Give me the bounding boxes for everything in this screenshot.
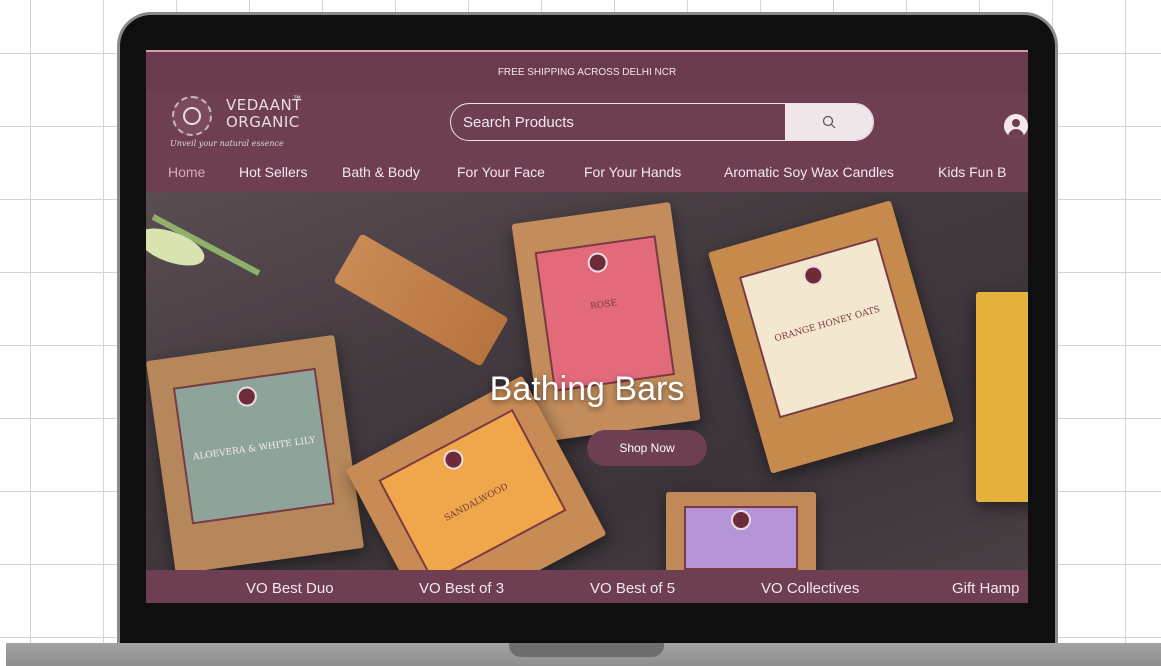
brand-trademark: ™ (293, 94, 301, 103)
brand-name-line1: VEDAANT (226, 96, 302, 114)
user-icon-head (1012, 119, 1020, 127)
nav-item-home[interactable]: Home (168, 164, 205, 180)
nav-item-candles[interactable]: Aromatic Soy Wax Candles (724, 164, 894, 180)
box-seal-icon (731, 510, 751, 530)
search-button[interactable] (785, 104, 873, 140)
product-box-orange[interactable]: ORANGE HONEY OATS (707, 200, 955, 474)
hero-banner[interactable]: ALOEVERA & WHITE LILY ROSE ORANGE HONEY … (146, 192, 1028, 570)
collection-tabs: VO Best Duo VO Best of 3 VO Best of 5 VO… (146, 570, 1028, 603)
nav-item-face[interactable]: For Your Face (457, 164, 545, 180)
tab-collectives[interactable]: VO Collectives (761, 580, 859, 597)
search-bar (450, 103, 874, 141)
tab-best-of-3[interactable]: VO Best of 3 (419, 580, 504, 597)
announcement-bar: FREE SHIPPING ACROSS DELHI NCR (146, 50, 1028, 92)
brand-name-line2: ORGANIC (226, 113, 300, 131)
logo-emblem (183, 107, 201, 125)
user-circle-icon[interactable] (1004, 114, 1028, 138)
product-box-lavender[interactable] (666, 492, 816, 570)
website-screen: FREE SHIPPING ACROSS DELHI NCR VEDAANT ™… (146, 50, 1028, 603)
nav-item-kids[interactable]: Kids Fun B (938, 164, 1006, 180)
tab-gift-hampers[interactable]: Gift Hamp (952, 580, 1020, 597)
search-input[interactable] (451, 104, 785, 140)
laptop-notch (509, 643, 664, 657)
nav-item-bath-body[interactable]: Bath & Body (342, 164, 420, 180)
main-navigation: Home Hot Sellers Bath & Body For Your Fa… (146, 152, 1028, 192)
brand-tagline: Unveil your natural essence (170, 139, 284, 148)
user-icon-body (1008, 129, 1024, 138)
site-header: VEDAANT ™ ORGANIC Unveil your natural es… (146, 92, 1028, 152)
shop-now-button[interactable]: Shop Now (587, 430, 707, 466)
tab-best-duo[interactable]: VO Best Duo (246, 580, 334, 597)
sandalwood-stick (333, 233, 509, 367)
nav-item-hands[interactable]: For Your Hands (584, 164, 681, 180)
brand-logo-icon[interactable] (172, 96, 212, 136)
hero-title: Bathing Bars (489, 370, 685, 408)
tab-best-of-5[interactable]: VO Best of 5 (590, 580, 675, 597)
nav-item-hot-sellers[interactable]: Hot Sellers (239, 164, 307, 180)
search-icon (822, 115, 836, 129)
